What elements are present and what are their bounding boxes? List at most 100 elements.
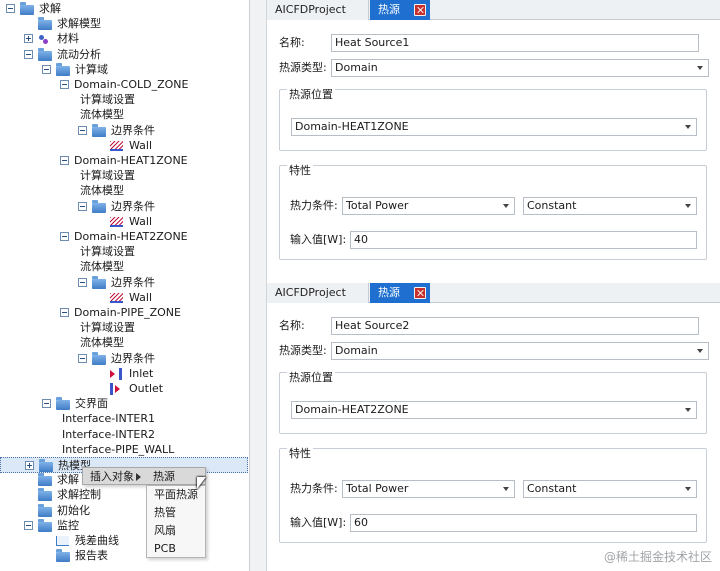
tree-item[interactable]: 计算域设置 [0, 168, 240, 184]
tree-item-label: Outlet [129, 382, 164, 395]
tree-item[interactable]: 流体模型 [0, 335, 240, 351]
collapse-icon[interactable] [78, 201, 87, 211]
tree-item[interactable]: Domain-HEAT1ZONE [0, 153, 240, 169]
thermal-mode-select[interactable]: Constant [523, 197, 697, 215]
folder-icon [38, 503, 52, 517]
collapse-icon[interactable] [42, 399, 51, 409]
heat-source-type-label: 热源类型: [279, 61, 327, 74]
folder-icon [38, 47, 52, 61]
properties-group-title: 特性 [287, 164, 313, 178]
thermal-condition-label: 热力条件: [290, 199, 338, 212]
heat-source-type-select[interactable]: Domain [331, 59, 709, 77]
tab-project[interactable]: AICFDProject [267, 283, 369, 303]
tab-bar: AICFDProject 热源 [267, 283, 720, 303]
tree-item[interactable]: 计算域设置 [0, 244, 240, 260]
tree-item-label: 计算域 [75, 62, 108, 76]
tree-item[interactable]: Interface-PIPE_WALL [0, 442, 240, 458]
tab-heat-source[interactable]: 热源 [370, 283, 430, 303]
position-group-title: 热源位置 [287, 88, 335, 102]
tree-item[interactable]: 计算域 [0, 62, 240, 78]
outlet-icon [110, 383, 122, 395]
tab-bar: AICFDProject 热源 [267, 0, 720, 20]
collapse-icon[interactable] [6, 4, 15, 13]
tree-item-label: 求解 [57, 473, 79, 487]
position-select[interactable]: Domain-HEAT1ZONE [291, 118, 697, 136]
heat-source-type-select[interactable]: Domain [331, 342, 709, 360]
menu-item-fan[interactable]: 风扇 [147, 522, 205, 540]
input-value-field[interactable]: 40 [350, 231, 697, 249]
collapse-icon[interactable] [60, 156, 69, 165]
tree-item-label: Domain-HEAT1ZONE [74, 154, 188, 167]
tree-item[interactable]: 求解模型 [0, 16, 240, 32]
tab-heat-source[interactable]: 热源 [370, 0, 430, 20]
tree-item[interactable]: 边界条件 [0, 275, 240, 291]
tree-item[interactable]: 计算域设置 [0, 92, 240, 108]
tree-item[interactable]: 材料 [0, 31, 240, 47]
name-input[interactable]: Heat Source1 [331, 34, 699, 52]
position-group: 热源位置 Domain-HEAT1ZONE [279, 88, 707, 151]
tree-item[interactable]: 求解 [0, 1, 240, 17]
menu-item-pcb[interactable]: PCB [147, 540, 205, 558]
tree-item[interactable]: Domain-PIPE_ZONE [0, 305, 240, 321]
collapse-icon[interactable] [78, 353, 87, 363]
tree-item[interactable]: Wall [0, 138, 240, 154]
tree-item[interactable]: Wall [0, 214, 240, 230]
tree-item[interactable]: Outlet [0, 381, 240, 397]
collapse-icon[interactable] [42, 64, 51, 74]
tree-item[interactable]: 交界面 [0, 396, 240, 412]
close-tab-icon[interactable] [414, 4, 426, 16]
tree-item-label: 流体模型 [80, 260, 124, 274]
tree-item[interactable]: Interface-INTER1 [0, 411, 240, 427]
tree-item[interactable]: 边界条件 [0, 199, 240, 215]
tree-item-label: 求解控制 [57, 488, 101, 502]
tree-item[interactable]: 流体模型 [0, 183, 240, 199]
tree-item[interactable]: 流动分析 [0, 47, 240, 63]
properties-group-title: 特性 [287, 447, 313, 461]
tree-item[interactable]: Domain-HEAT2ZONE [0, 229, 240, 245]
tree-item[interactable]: 边界条件 [0, 351, 240, 367]
expand-icon[interactable] [24, 34, 33, 44]
folder-icon [92, 123, 106, 137]
position-select[interactable]: Domain-HEAT2ZONE [291, 401, 697, 419]
material-icon [38, 33, 50, 45]
tree-item-label: 计算域设置 [80, 169, 135, 183]
collapse-icon[interactable] [60, 80, 69, 89]
name-input[interactable]: Heat Source2 [331, 317, 699, 335]
folder-icon [20, 2, 34, 15]
folder-icon [38, 488, 52, 502]
thermal-condition-select[interactable]: Total Power [342, 197, 515, 215]
menu-item-insert-object[interactable]: 插入对象 热源 [83, 468, 205, 486]
collapse-icon[interactable] [60, 308, 69, 317]
thermal-mode-select[interactable]: Constant [523, 480, 697, 498]
expand-icon[interactable] [25, 461, 34, 470]
submenu-open-item[interactable]: 热源 [153, 468, 175, 486]
tree-scrollbar[interactable] [250, 0, 267, 571]
properties-group: 特性 热力条件: Total Power Constant 输入值[W]: 40 [279, 164, 707, 260]
menu-item-heat-pipe[interactable]: 热管 [147, 504, 205, 522]
tree-item[interactable]: 流体模型 [0, 259, 240, 275]
collapse-icon[interactable] [78, 277, 87, 287]
tree-item[interactable]: Domain-COLD_ZONE [0, 77, 240, 93]
tree-item[interactable]: 计算域设置 [0, 320, 240, 336]
wall-icon [110, 140, 123, 151]
collapse-icon[interactable] [24, 520, 33, 530]
input-value-field[interactable]: 60 [350, 514, 697, 532]
tree-item[interactable]: Wall [0, 290, 240, 306]
folder-icon [39, 459, 53, 472]
tree-item[interactable]: 流体模型 [0, 107, 240, 123]
tree-item-label: 边界条件 [111, 123, 155, 137]
context-submenu: 平面热源 热管 风扇 PCB [146, 485, 206, 558]
tree-item-label: 监控 [57, 518, 79, 532]
thermal-condition-select[interactable]: Total Power [342, 480, 515, 498]
tree-item[interactable]: Inlet [0, 366, 240, 382]
close-tab-icon[interactable] [414, 287, 426, 299]
collapse-icon[interactable] [24, 49, 33, 59]
tree-item[interactable]: Interface-INTER2 [0, 427, 240, 443]
tab-project[interactable]: AICFDProject [267, 0, 369, 20]
tree-item-label: 求解 [39, 2, 61, 15]
tree-item-label: 流动分析 [57, 47, 101, 61]
collapse-icon[interactable] [78, 125, 87, 135]
tree-item[interactable]: 边界条件 [0, 123, 240, 139]
tree-item-label: Wall [129, 138, 153, 152]
collapse-icon[interactable] [60, 232, 69, 241]
